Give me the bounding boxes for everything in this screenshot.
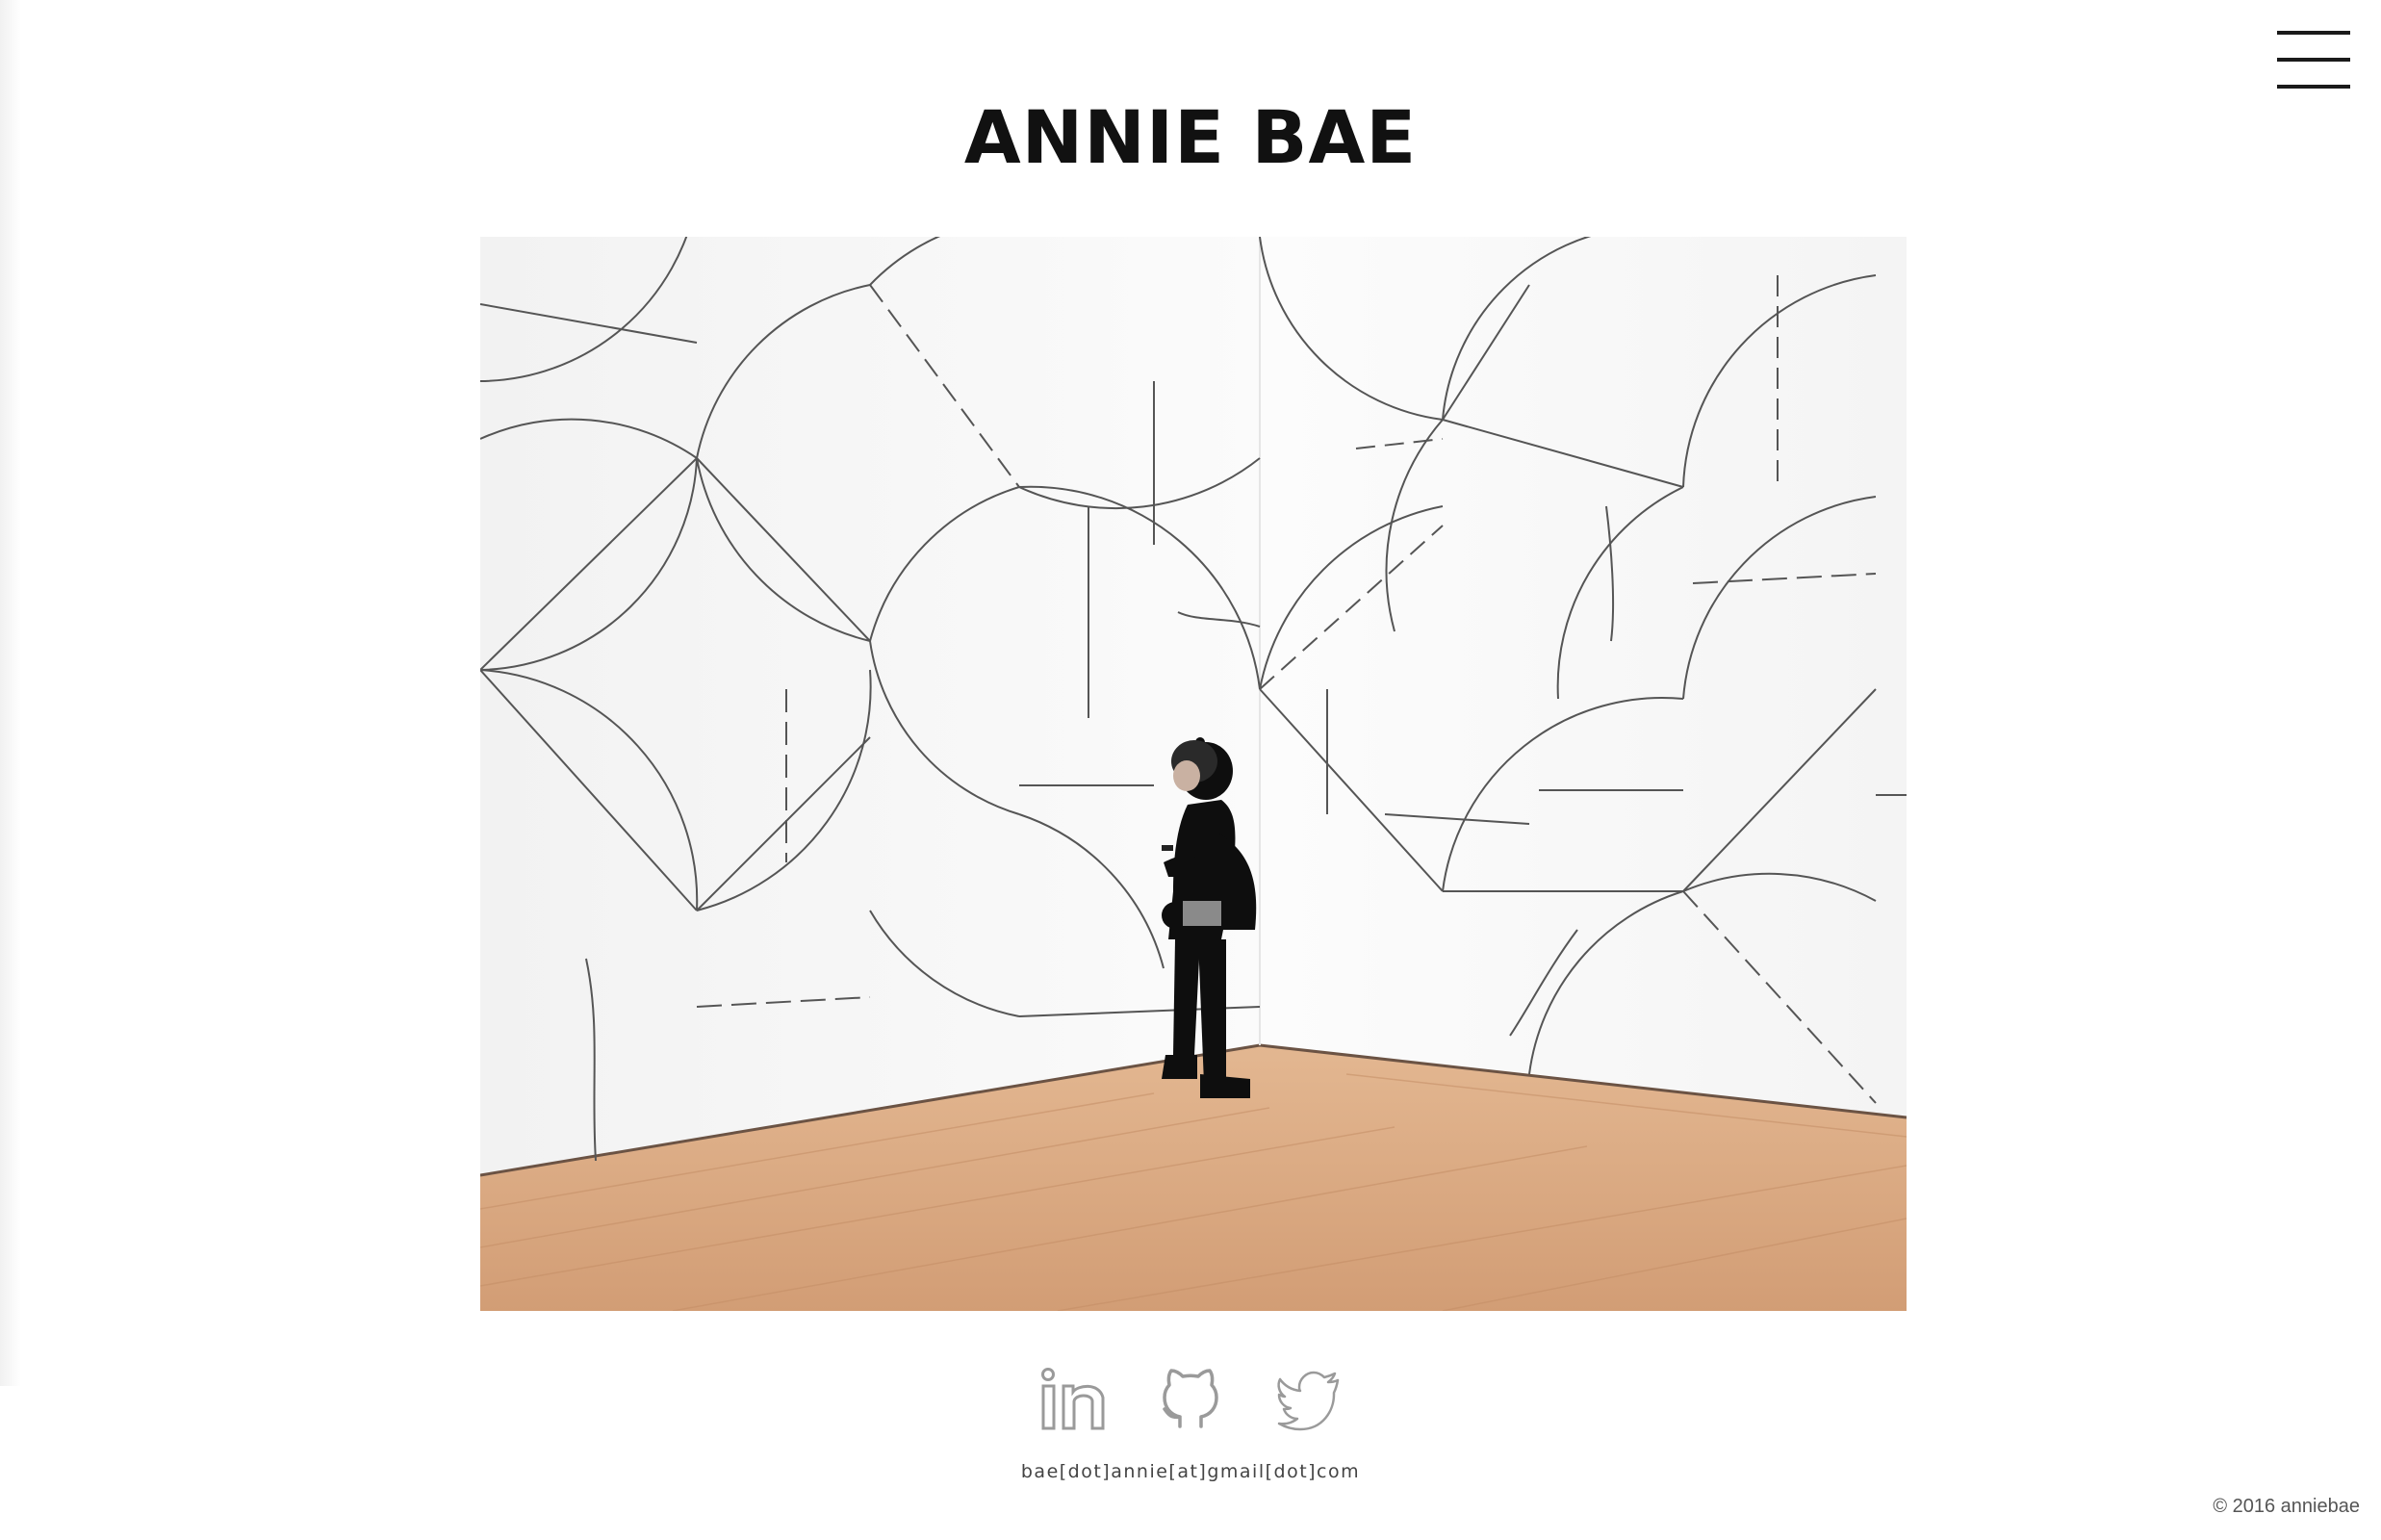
hero-photo (480, 237, 1907, 1311)
linkedin-icon[interactable] (1039, 1365, 1107, 1432)
page-edge-shadow (0, 0, 21, 1386)
social-links (0, 1365, 2381, 1442)
copyright-text: © 2016 anniebae (2213, 1496, 2360, 1517)
contact-email: bae[dot]annie[at]gmail[dot]com (1020, 1461, 1361, 1482)
hamburger-menu-icon[interactable] (2273, 27, 2354, 92)
twitter-icon[interactable] (1276, 1365, 1344, 1432)
site-title: ANNIE BAE (963, 94, 1418, 180)
github-icon[interactable] (1157, 1365, 1224, 1432)
